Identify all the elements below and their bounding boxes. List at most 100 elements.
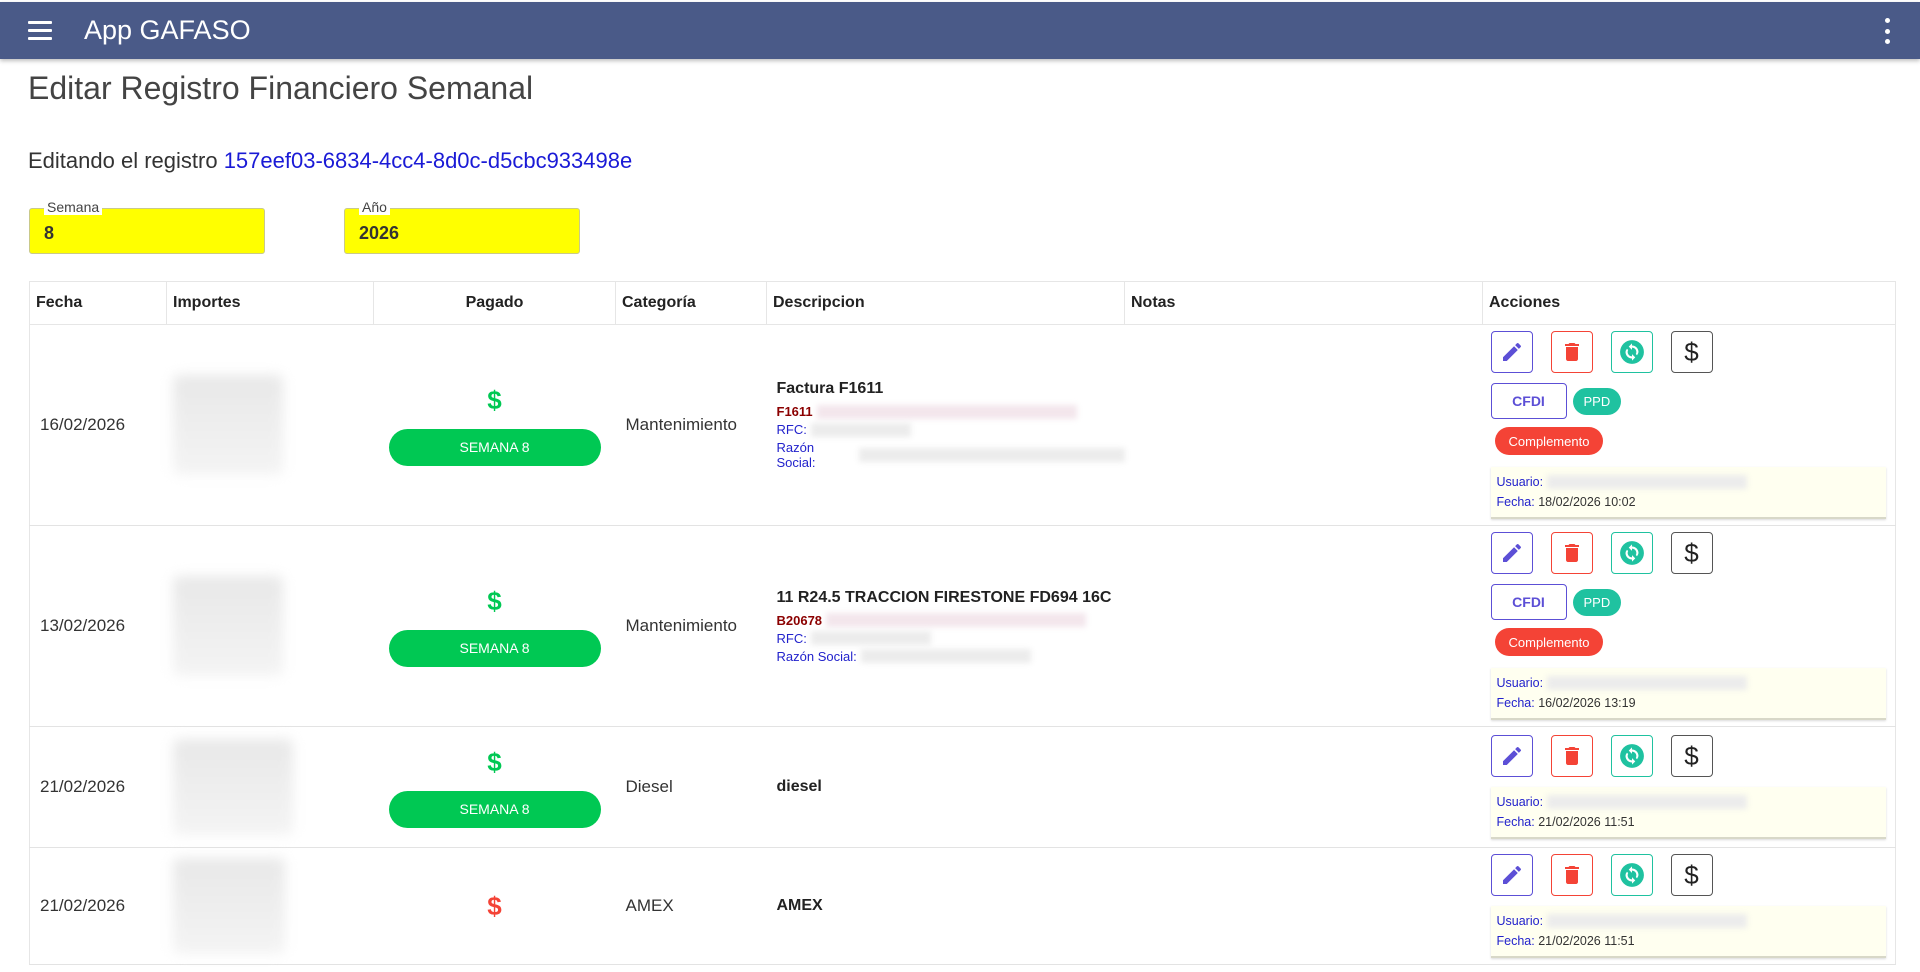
ppd-badge: PPD (1572, 387, 1622, 415)
importes-redacted (172, 375, 283, 475)
editing-prefix: Editando el registro (28, 148, 218, 173)
desc-rfc: RFC: (777, 422, 1125, 437)
rfc-label: RFC: (776, 630, 807, 646)
trash-icon (1564, 544, 1579, 562)
pencil-icon (1502, 746, 1521, 765)
pay-button[interactable]: $ (1670, 735, 1713, 777)
paid-dollar-icon: $ (487, 746, 502, 777)
dollar-icon: $ (1684, 336, 1699, 367)
redacted-text (826, 613, 1087, 627)
row-pagado: $ (373, 847, 616, 965)
desc-code: F1611 (777, 404, 1125, 419)
row-notas (1124, 525, 1483, 727)
semana-button[interactable]: SEMANA 8 (388, 428, 601, 466)
complemento-button[interactable]: Complemento (1494, 628, 1604, 656)
sync-button[interactable] (1610, 735, 1653, 777)
audit-date: 21/02/2026 11:51 (1538, 815, 1635, 829)
pencil-icon (1502, 342, 1521, 361)
row-categoria: Mantenimiento (615, 525, 767, 727)
audit-date: 18/02/2026 10:02 (1538, 495, 1636, 509)
row-categoria: AMEX (615, 847, 767, 965)
desc-code: B20678 (777, 613, 1125, 628)
table-header-row: Fecha Importes Pagado Categoría Descripc… (29, 281, 1896, 325)
delete-button[interactable] (1550, 532, 1593, 574)
pencil-icon (1502, 865, 1521, 884)
desc-code-text: B20678 (776, 612, 823, 628)
redacted-text (1547, 475, 1748, 489)
razon-label: Razón Social: (776, 440, 816, 470)
razon-label: Razón Social: (776, 648, 857, 664)
dollar-icon: $ (1684, 537, 1699, 568)
cfdi-button[interactable]: CFDI (1490, 584, 1567, 620)
edit-button[interactable] (1490, 331, 1533, 373)
sync-button[interactable] (1610, 532, 1653, 574)
row-acciones: $ CFDI PPD Complemento Usuario: Fecha: 1… (1482, 525, 1896, 727)
semana-button[interactable]: SEMANA 8 (388, 629, 601, 667)
edit-button[interactable] (1490, 735, 1533, 777)
header-pagado[interactable]: Pagado (373, 281, 616, 325)
row-pagado: $ SEMANA 8 (373, 726, 616, 848)
rfc-label: RFC: (776, 422, 807, 437)
audit-box: Usuario: Fecha: 21/02/2026 11:51 (1490, 787, 1886, 839)
sync-button[interactable] (1610, 331, 1653, 373)
cfdi-button[interactable]: CFDI (1490, 383, 1567, 419)
delete-button[interactable] (1550, 854, 1593, 896)
paid-dollar-icon: $ (487, 585, 502, 616)
header-descripcion[interactable]: Descripcion (766, 281, 1125, 325)
edit-button[interactable] (1490, 532, 1533, 574)
header-fecha[interactable]: Fecha (29, 281, 167, 325)
delete-button[interactable] (1550, 331, 1593, 373)
semana-button[interactable]: SEMANA 8 (388, 790, 601, 828)
row-pagado: $ SEMANA 8 (373, 324, 616, 526)
pay-button[interactable]: $ (1670, 532, 1713, 574)
delete-button[interactable] (1550, 735, 1593, 777)
row-descripcion: 11 R24.5 TRACCION FIRESTONE FD694 16C B2… (766, 525, 1125, 727)
page-title: Editar Registro Financiero Semanal (28, 70, 534, 106)
sync-icon (1619, 863, 1644, 887)
complemento-button[interactable]: Complemento (1494, 427, 1604, 455)
semana-label: Semana (44, 200, 103, 215)
sync-button[interactable] (1610, 854, 1653, 896)
table-row: 13/02/2026 $ SEMANA 8 Mantenimiento 11 R… (29, 525, 1896, 727)
audit-date: 16/02/2026 13:19 (1538, 696, 1636, 710)
anio-label: Año (359, 200, 390, 215)
trash-icon (1564, 747, 1579, 765)
row-categoria: Mantenimiento (615, 324, 767, 526)
row-importes (166, 525, 374, 727)
desc-razon-social: Razón Social: (777, 440, 1125, 470)
desc-title: Factura F1611 (776, 380, 884, 397)
importes-redacted (172, 576, 283, 676)
semana-field[interactable]: Semana (29, 200, 265, 254)
header-notas[interactable]: Notas (1124, 281, 1483, 325)
header-importes[interactable]: Importes (166, 281, 374, 325)
editing-record-line: Editando el registro 157eef03-6834-4cc4-… (28, 148, 632, 174)
anio-field[interactable]: Año (344, 200, 580, 254)
trash-icon (1564, 866, 1579, 884)
trash-icon (1564, 343, 1579, 361)
row-acciones: $ Usuario: Fecha: 21/02/2026 11:51 (1482, 847, 1896, 965)
dollar-icon: $ (1684, 859, 1699, 890)
header-acciones[interactable]: Acciones (1482, 281, 1896, 325)
table-row: 21/02/2026 $ AMEX AMEX $ Usuario: Fecha:… (29, 847, 1896, 965)
desc-title: AMEX (776, 897, 823, 914)
usuario-label: Usuario: (1496, 475, 1544, 489)
row-importes (166, 726, 374, 848)
fecha-label: Fecha: (1496, 495, 1535, 509)
audit-date: 21/02/2026 11:51 (1538, 934, 1635, 948)
redacted-text (1547, 914, 1748, 928)
menu-icon[interactable] (28, 16, 58, 46)
header-categoria[interactable]: Categoría (615, 281, 767, 325)
desc-title: 11 R24.5 TRACCION FIRESTONE FD694 16C (776, 588, 1112, 606)
more-options-icon[interactable] (1884, 18, 1890, 44)
app-bar: App GAFASO (0, 2, 1920, 59)
anio-input[interactable] (359, 223, 559, 244)
edit-button[interactable] (1490, 854, 1533, 896)
unpaid-dollar-icon: $ (487, 891, 502, 921)
row-date: 13/02/2026 (29, 525, 167, 727)
fecha-label: Fecha: (1496, 696, 1535, 710)
pay-button[interactable]: $ (1670, 854, 1713, 896)
row-date: 21/02/2026 (29, 847, 167, 965)
pay-button[interactable]: $ (1670, 331, 1713, 373)
usuario-label: Usuario: (1496, 914, 1544, 928)
semana-input[interactable] (44, 223, 244, 244)
